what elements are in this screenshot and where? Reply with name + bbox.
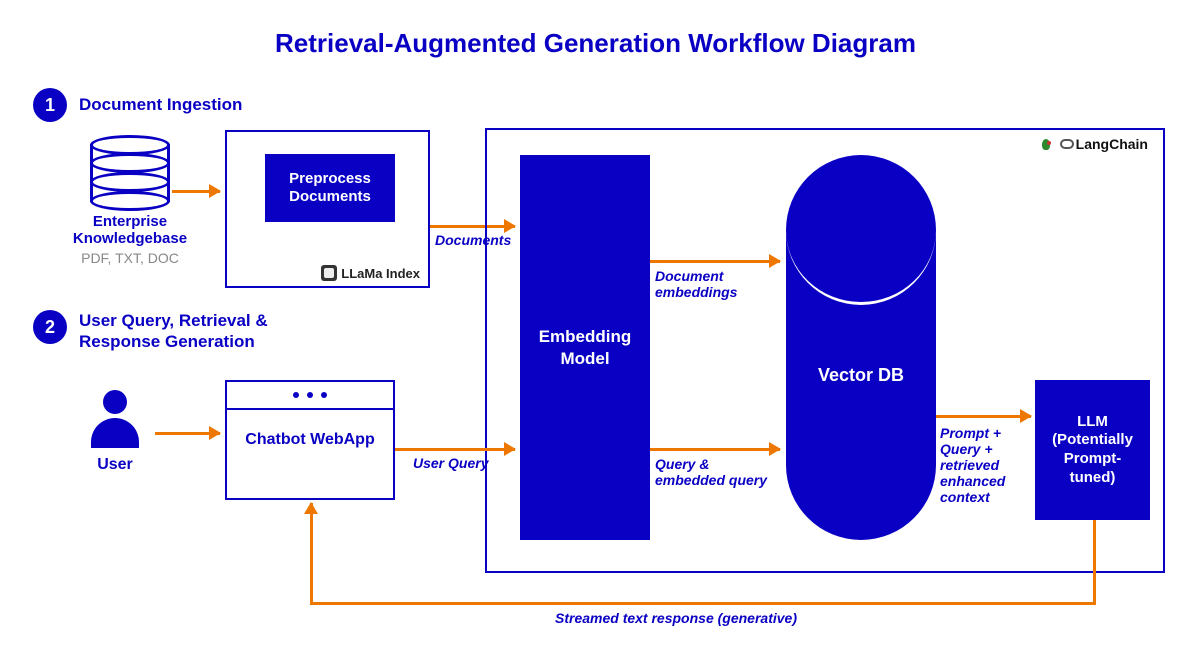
arrow-embedding-to-vectordb-query [650,448,780,451]
llamaindex-label: LLaMa Index [341,266,420,281]
parrot-icon [1041,137,1056,152]
database-icon [90,135,170,207]
llm-label: LLM (Potentially Prompt-tuned) [1041,413,1144,488]
llamaindex-container: Preprocess Documents LLaMa Index [225,130,430,288]
preprocess-documents-box: Preprocess Documents [265,154,395,222]
arrow-embedding-to-vectordb-docs [650,260,780,263]
chain-icon [1060,139,1074,149]
user-block: User [65,390,165,474]
arrow-response-into-chatbot [310,503,313,605]
arrow-user-to-chatbot [155,432,220,435]
step-1-label: 1 Document Ingestion [33,88,242,122]
langchain-tag: LangChain [1041,136,1148,152]
chatbot-webapp: Chatbot WebApp [225,380,395,500]
embedding-model-box: Embedding Model [520,155,650,540]
step-1-text: Document Ingestion [79,94,242,115]
kb-title: Enterprise Knowledgebase [60,213,200,248]
label-user-query: User Query [413,455,488,471]
enterprise-kb: Enterprise Knowledgebase PDF, TXT, DOC [60,135,200,266]
step-2-label: 2 User Query, Retrieval & Response Gener… [33,310,309,353]
chatbot-window-bar [227,382,393,410]
arrow-vectordb-to-llm [936,415,1031,418]
arrow-response-seg2 [310,602,1096,605]
llamaindex-tag: LLaMa Index [321,265,420,281]
kb-formats: PDF, TXT, DOC [60,250,200,266]
user-icon [91,390,139,450]
label-document-embeddings: Document embeddings [655,268,775,300]
langchain-label: LangChain [1076,136,1148,152]
arrow-chatbot-to-embedding [395,448,515,451]
dot-icon [293,392,299,398]
chatbot-label: Chatbot WebApp [227,430,393,449]
diagram-title: Retrieval-Augmented Generation Workflow … [0,28,1191,59]
vector-db-label: Vector DB [786,365,936,386]
vector-db: Vector DB [786,155,936,540]
step-2-text: User Query, Retrieval & Response Generat… [79,310,309,353]
user-label: User [65,456,165,474]
dot-icon [321,392,327,398]
embedding-model-label: Embedding Model [520,326,650,369]
diagram-canvas: Retrieval-Augmented Generation Workflow … [0,0,1191,670]
label-query-embedded: Query & embedded query [655,456,775,488]
label-prompt-context: Prompt + Query + retrieved enhanced cont… [940,425,1035,505]
llm-box: LLM (Potentially Prompt-tuned) [1035,380,1150,520]
label-streamed-response: Streamed text response (generative) [555,610,797,626]
arrow-kb-to-preprocess [172,190,220,193]
llama-icon [321,265,337,281]
step-1-number: 1 [33,88,67,122]
arrow-response-seg1 [1093,520,1096,605]
dot-icon [307,392,313,398]
step-2-number: 2 [33,310,67,344]
